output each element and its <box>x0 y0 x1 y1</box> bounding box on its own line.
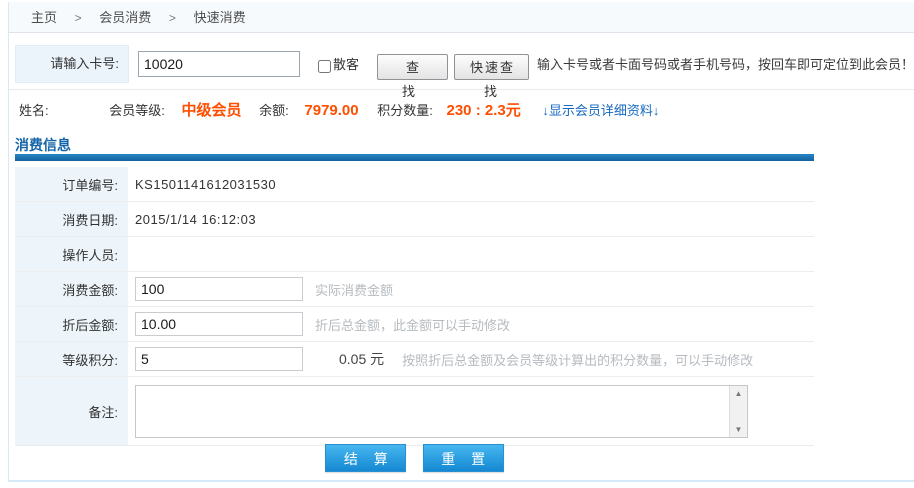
member-points-label: 积分数量: <box>377 103 433 118</box>
remark-scrollbar[interactable]: ▲ ▼ <box>729 386 747 437</box>
guest-checkbox[interactable] <box>318 60 331 73</box>
level-points-amount: 0.05 元 <box>339 349 384 369</box>
reset-button[interactable]: 重 置 <box>423 444 504 472</box>
discounted-amount-input[interactable] <box>135 312 303 336</box>
breadcrumb-separator: > <box>75 11 82 25</box>
breadcrumb-home[interactable]: 主页 <box>31 10 57 25</box>
consume-date-label: 消费日期: <box>15 202 128 236</box>
search-hint-text: 输入卡号或者卡面号码或者手机号码，按回车即可定位到此会员！ <box>537 40 914 89</box>
page: 主页 > 会员消费 > 快速消费 请输入卡号: 散客 查 找 快速查找 输入卡号… <box>0 0 914 488</box>
breadcrumb-separator: > <box>169 11 176 25</box>
guest-checkbox-label: 散客 <box>333 40 359 89</box>
member-level-value: 中级会员 <box>182 102 242 119</box>
scroll-up-icon[interactable]: ▲ <box>730 386 747 401</box>
level-points-label: 等级积分: <box>15 342 128 376</box>
discounted-amount-label: 折后金额: <box>15 307 128 341</box>
form-row-consume-amount: 消费金额: 实际消费金额 <box>15 272 814 307</box>
card-number-label: 请输入卡号: <box>15 45 129 83</box>
member-name-label: 姓名: <box>19 103 49 118</box>
form-row-discounted-amount: 折后金额: 折后总金额，此金额可以手动修改 <box>15 307 814 342</box>
consume-amount-hint: 实际消费金额 <box>315 280 393 299</box>
level-points-input[interactable] <box>135 347 303 371</box>
scroll-down-icon[interactable]: ▼ <box>730 422 747 437</box>
form-row-level-points: 等级积分: 0.05 元 按照折后总金额及会员等级计算出的积分数量，可以手动修改 <box>15 342 814 377</box>
search-button[interactable]: 查 找 <box>377 54 448 80</box>
discounted-amount-hint: 折后总金额，此金额可以手动修改 <box>315 315 510 334</box>
card-number-input[interactable] <box>138 51 300 77</box>
show-member-detail-link[interactable]: ↓显示会员详细资料↓ <box>542 103 659 118</box>
consume-form: 订单编号: KS1501141612031530 消费日期: 2015/1/14… <box>15 167 814 446</box>
form-row-order-no: 订单编号: KS1501141612031530 <box>15 167 814 202</box>
member-points-value: 230 : 2.3元 <box>447 102 521 119</box>
member-balance-label: 余额: <box>259 103 289 118</box>
breadcrumb-member-consume[interactable]: 会员消费 <box>99 10 151 25</box>
consume-amount-input[interactable] <box>135 277 303 301</box>
order-no-value: KS1501141612031530 <box>135 177 276 192</box>
section-title: 消费信息 <box>15 135 71 155</box>
form-row-remark: 备注: ▲ ▼ <box>15 377 814 446</box>
consume-amount-label: 消费金额: <box>15 272 128 306</box>
quick-search-button[interactable]: 快速查找 <box>454 54 529 80</box>
remark-label: 备注: <box>15 377 128 445</box>
page-frame: 主页 > 会员消费 > 快速消费 请输入卡号: 散客 查 找 快速查找 输入卡号… <box>8 2 914 482</box>
form-row-consume-date: 消费日期: 2015/1/14 16:12:03 <box>15 202 814 237</box>
member-balance-value: 7979.00 <box>304 102 358 119</box>
action-buttons: 结 算 重 置 <box>15 444 814 472</box>
remark-textarea-wrap: ▲ ▼ <box>135 385 748 438</box>
settle-button[interactable]: 结 算 <box>325 444 406 472</box>
section-title-bar <box>15 154 814 161</box>
form-row-operator: 操作人员: <box>15 237 814 272</box>
breadcrumb: 主页 > 会员消费 > 快速消费 <box>9 2 914 33</box>
operator-label: 操作人员: <box>15 237 128 271</box>
member-info-row: 姓名: 会员等级: 中级会员 余额: 7979.00 积分数量: 230 : 2… <box>9 90 914 132</box>
remark-textarea[interactable] <box>136 386 730 437</box>
order-no-label: 订单编号: <box>15 167 128 201</box>
breadcrumb-quick-consume[interactable]: 快速消费 <box>194 10 246 25</box>
member-level-label: 会员等级: <box>109 103 165 118</box>
card-search-bar: 请输入卡号: 散客 查 找 快速查找 输入卡号或者卡面号码或者手机号码，按回车即… <box>9 40 914 90</box>
consume-date-value: 2015/1/14 16:12:03 <box>135 212 256 227</box>
level-points-hint: 按照折后总金额及会员等级计算出的积分数量，可以手动修改 <box>402 350 753 369</box>
